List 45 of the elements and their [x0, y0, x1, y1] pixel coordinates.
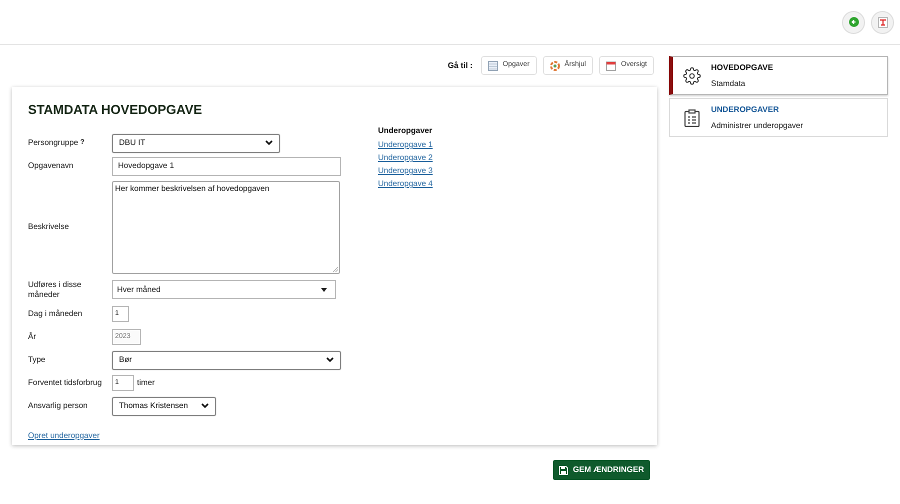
field-label: Forventet tidsforbrug	[28, 378, 102, 388]
select-field[interactable]: Thomas Kristensen	[112, 396, 216, 416]
menu-item-subtitle: Administrer underopgaver	[711, 120, 804, 132]
side-menu-item[interactable]: HOVEDOPGAVE Stamdata	[669, 56, 888, 95]
menu-item-subtitle: Stamdata	[711, 78, 746, 90]
field-label: Beskrivelse	[28, 222, 69, 232]
field-label: Udføres i disse måneder	[28, 280, 82, 300]
resize-handle-icon[interactable]	[333, 266, 338, 272]
field-label: År	[28, 332, 36, 342]
subtask-link[interactable]: Underopgave 3	[378, 166, 433, 176]
menu-item-title: HOVEDOPGAVE	[711, 62, 774, 74]
create-subtasks-link[interactable]: Opret underopgaver	[28, 430, 100, 442]
table-icon	[488, 60, 498, 70]
menu-item-title: UNDEROPGAVER	[711, 104, 780, 116]
pdf-icon	[878, 16, 888, 28]
dropdown-field[interactable]: Hver måned	[112, 280, 336, 299]
subtask-link[interactable]: Underopgave 1	[378, 140, 433, 150]
calendar-icon	[606, 60, 616, 70]
description-field[interactable]: Her kommer beskrivelsen af hovedopgaven	[112, 180, 340, 274]
arrow-left-icon	[848, 17, 858, 27]
select-field[interactable]: DBU IT	[112, 134, 280, 152]
wheel-icon	[550, 60, 560, 70]
pdf-button[interactable]	[871, 10, 894, 34]
unit-label: timer	[137, 377, 155, 389]
field-label: Persongruppe	[28, 138, 78, 148]
subtask-link[interactable]: Underopgave 2	[378, 153, 433, 163]
chevron-down-icon	[201, 403, 209, 409]
gear-icon	[683, 66, 701, 84]
field-label: Ansvarlig person	[28, 401, 88, 411]
subtasks-heading: Underopgaver	[378, 125, 433, 137]
subtask-link[interactable]: Underopgave 4	[378, 179, 433, 189]
save-button[interactable]: GEM ÆNDRINGER	[552, 460, 650, 480]
field-label: Opgavenavn	[28, 161, 74, 171]
side-menu-item[interactable]: UNDEROPGAVER Administrer underopgaver	[669, 98, 888, 137]
form-title: STAMDATA HOVEDOPGAVE	[28, 101, 204, 119]
chevron-down-icon	[265, 140, 273, 146]
triangle-icon	[321, 288, 327, 292]
field-label: Type	[28, 355, 46, 365]
chevron-down-icon	[326, 357, 334, 363]
goto-label: Gå til :	[448, 60, 473, 72]
field-label: Dag i måneden	[28, 309, 82, 319]
back-button[interactable]	[842, 10, 865, 34]
input-field[interactable]: Hovedopgave 1	[112, 156, 341, 176]
select-field[interactable]: Bør	[112, 350, 341, 370]
clipboard-icon	[684, 108, 700, 126]
